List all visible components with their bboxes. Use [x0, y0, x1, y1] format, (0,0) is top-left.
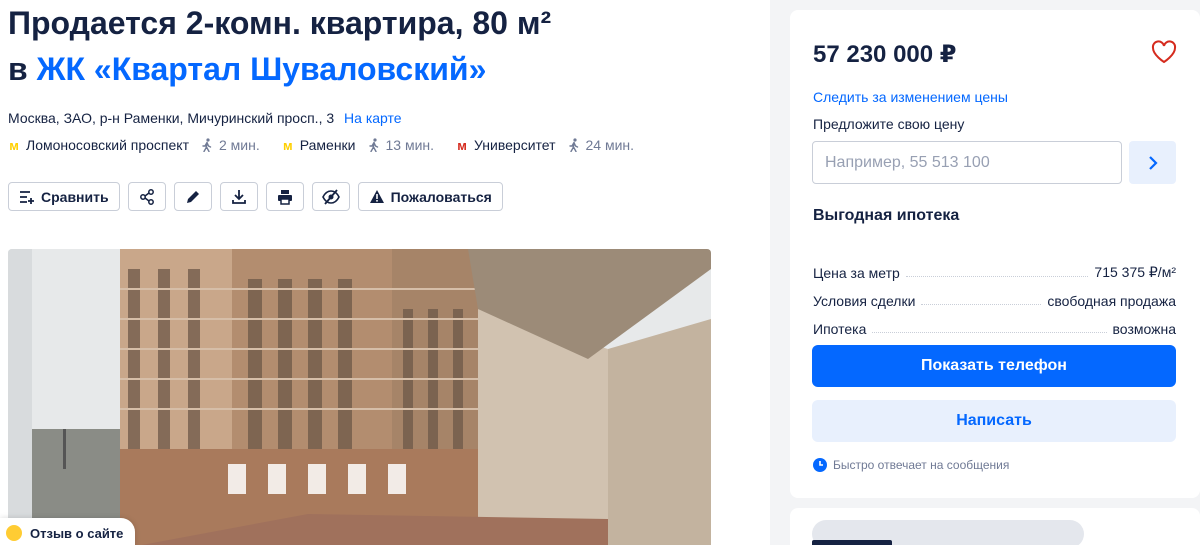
metro-item[interactable]: м Университет 24 мин.: [456, 137, 634, 153]
metro-icon: м: [282, 137, 293, 153]
complex-link[interactable]: ЖК «Квартал Шуваловский»: [37, 51, 487, 87]
download-icon: [231, 189, 246, 204]
warning-icon: [369, 190, 384, 203]
listing-photo[interactable]: [8, 249, 711, 545]
metro-item[interactable]: м Ломоносовский проспект 2 мин.: [8, 137, 260, 153]
complain-button[interactable]: Пожаловаться: [357, 182, 503, 211]
metro-station: Ломоносовский проспект: [26, 137, 189, 153]
toolbar: Сравнить Пожаловаться: [8, 182, 511, 211]
page-title: Продается 2-комн. квартира, 80 м² в ЖК «…: [8, 0, 551, 92]
compare-icon: [20, 190, 34, 204]
offer-label: Предложите свою цену: [813, 116, 965, 132]
detail-value: 715 375 ₽/м²: [1094, 264, 1176, 280]
walk-time: 2 мин.: [201, 137, 260, 153]
dotted-leader: [872, 332, 1107, 333]
address: Москва, ЗАО, р-н Раменки, Мичуринский пр…: [8, 110, 402, 126]
offer-submit-button[interactable]: [1129, 141, 1176, 184]
chevron-right-icon: [1148, 155, 1158, 170]
metro-list: м Ломоносовский проспект 2 мин. м Раменк…: [8, 137, 656, 153]
walk-icon: [202, 138, 212, 152]
detail-row: Цена за метр 715 375 ₽/м²: [813, 253, 1176, 281]
address-text: Москва, ЗАО, р-н Раменки, Мичуринский пр…: [8, 110, 335, 126]
follow-price-link[interactable]: Следить за изменением цены: [813, 89, 1008, 105]
dotted-leader: [921, 304, 1042, 305]
mortgage-title: Выгодная ипотека: [813, 207, 960, 224]
title-prefix: в: [8, 51, 37, 87]
hide-icon: [321, 188, 340, 205]
detail-key: Цена за метр: [813, 265, 900, 281]
metro-station: Университет: [474, 137, 556, 153]
fast-reply-text: Быстро отвечает на сообщения: [833, 458, 1010, 472]
detail-row: Условия сделки свободная продажа: [813, 281, 1176, 309]
print-button[interactable]: [265, 182, 304, 211]
feedback-label: Отзыв о сайте: [30, 525, 124, 541]
dotted-leader: [905, 276, 1089, 277]
walk-time: 13 мин.: [368, 137, 435, 153]
detail-key: Ипотека: [813, 321, 867, 337]
edit-icon: [186, 190, 199, 203]
walk-icon: [568, 138, 578, 152]
share-icon: [139, 188, 154, 205]
compare-button[interactable]: Сравнить: [8, 182, 120, 211]
map-link[interactable]: На карте: [344, 110, 402, 126]
clock-icon: [813, 458, 827, 472]
heart-icon: [1151, 40, 1177, 64]
title-line2: в ЖК «Квартал Шуваловский»: [8, 46, 551, 92]
site-feedback-button[interactable]: Отзыв о сайте: [0, 518, 136, 545]
share-button[interactable]: [127, 182, 166, 211]
price-details: Цена за метр 715 375 ₽/м² Условия сделки…: [813, 253, 1176, 337]
title-line1: Продается 2-комн. квартира, 80 м²: [8, 5, 552, 41]
complain-label: Пожаловаться: [390, 188, 492, 205]
hide-button[interactable]: [311, 182, 350, 211]
secondary-card: [790, 508, 1200, 545]
detail-row: Ипотека возможна: [813, 309, 1176, 337]
smile-icon: [6, 525, 22, 541]
price-card: 57 230 000 ₽ Следить за изменением цены …: [790, 10, 1200, 498]
offer-price-input[interactable]: [812, 141, 1122, 184]
detail-key: Условия сделки: [813, 293, 916, 309]
walk-minutes: 24 мин.: [585, 137, 635, 153]
listing-main: Продается 2-комн. квартира, 80 м² в ЖК «…: [0, 0, 770, 545]
loading-placeholder: [812, 540, 892, 545]
metro-station: Раменки: [299, 137, 356, 153]
detail-value: свободная продажа: [1047, 293, 1176, 309]
metro-icon: м: [457, 137, 467, 153]
download-button[interactable]: [219, 182, 258, 211]
metro-icon: м: [9, 137, 19, 153]
detail-value: возможна: [1112, 321, 1176, 337]
metro-item[interactable]: м Раменки 13 мин.: [282, 137, 434, 153]
edit-button[interactable]: [173, 182, 212, 211]
walk-icon: [368, 138, 378, 152]
write-message-button[interactable]: Написать: [812, 400, 1176, 442]
walk-minutes: 2 мин.: [219, 137, 260, 153]
price: 57 230 000 ₽: [813, 41, 957, 68]
show-phone-button[interactable]: Показать телефон: [812, 345, 1176, 387]
print-icon: [277, 189, 292, 205]
building-photo: [8, 249, 711, 545]
compare-label: Сравнить: [41, 188, 109, 205]
fast-reply-note: Быстро отвечает на сообщения: [813, 458, 1009, 472]
favorite-button[interactable]: [1151, 40, 1177, 69]
walk-minutes: 13 мин.: [385, 137, 435, 153]
walk-time: 24 мин.: [568, 137, 635, 153]
